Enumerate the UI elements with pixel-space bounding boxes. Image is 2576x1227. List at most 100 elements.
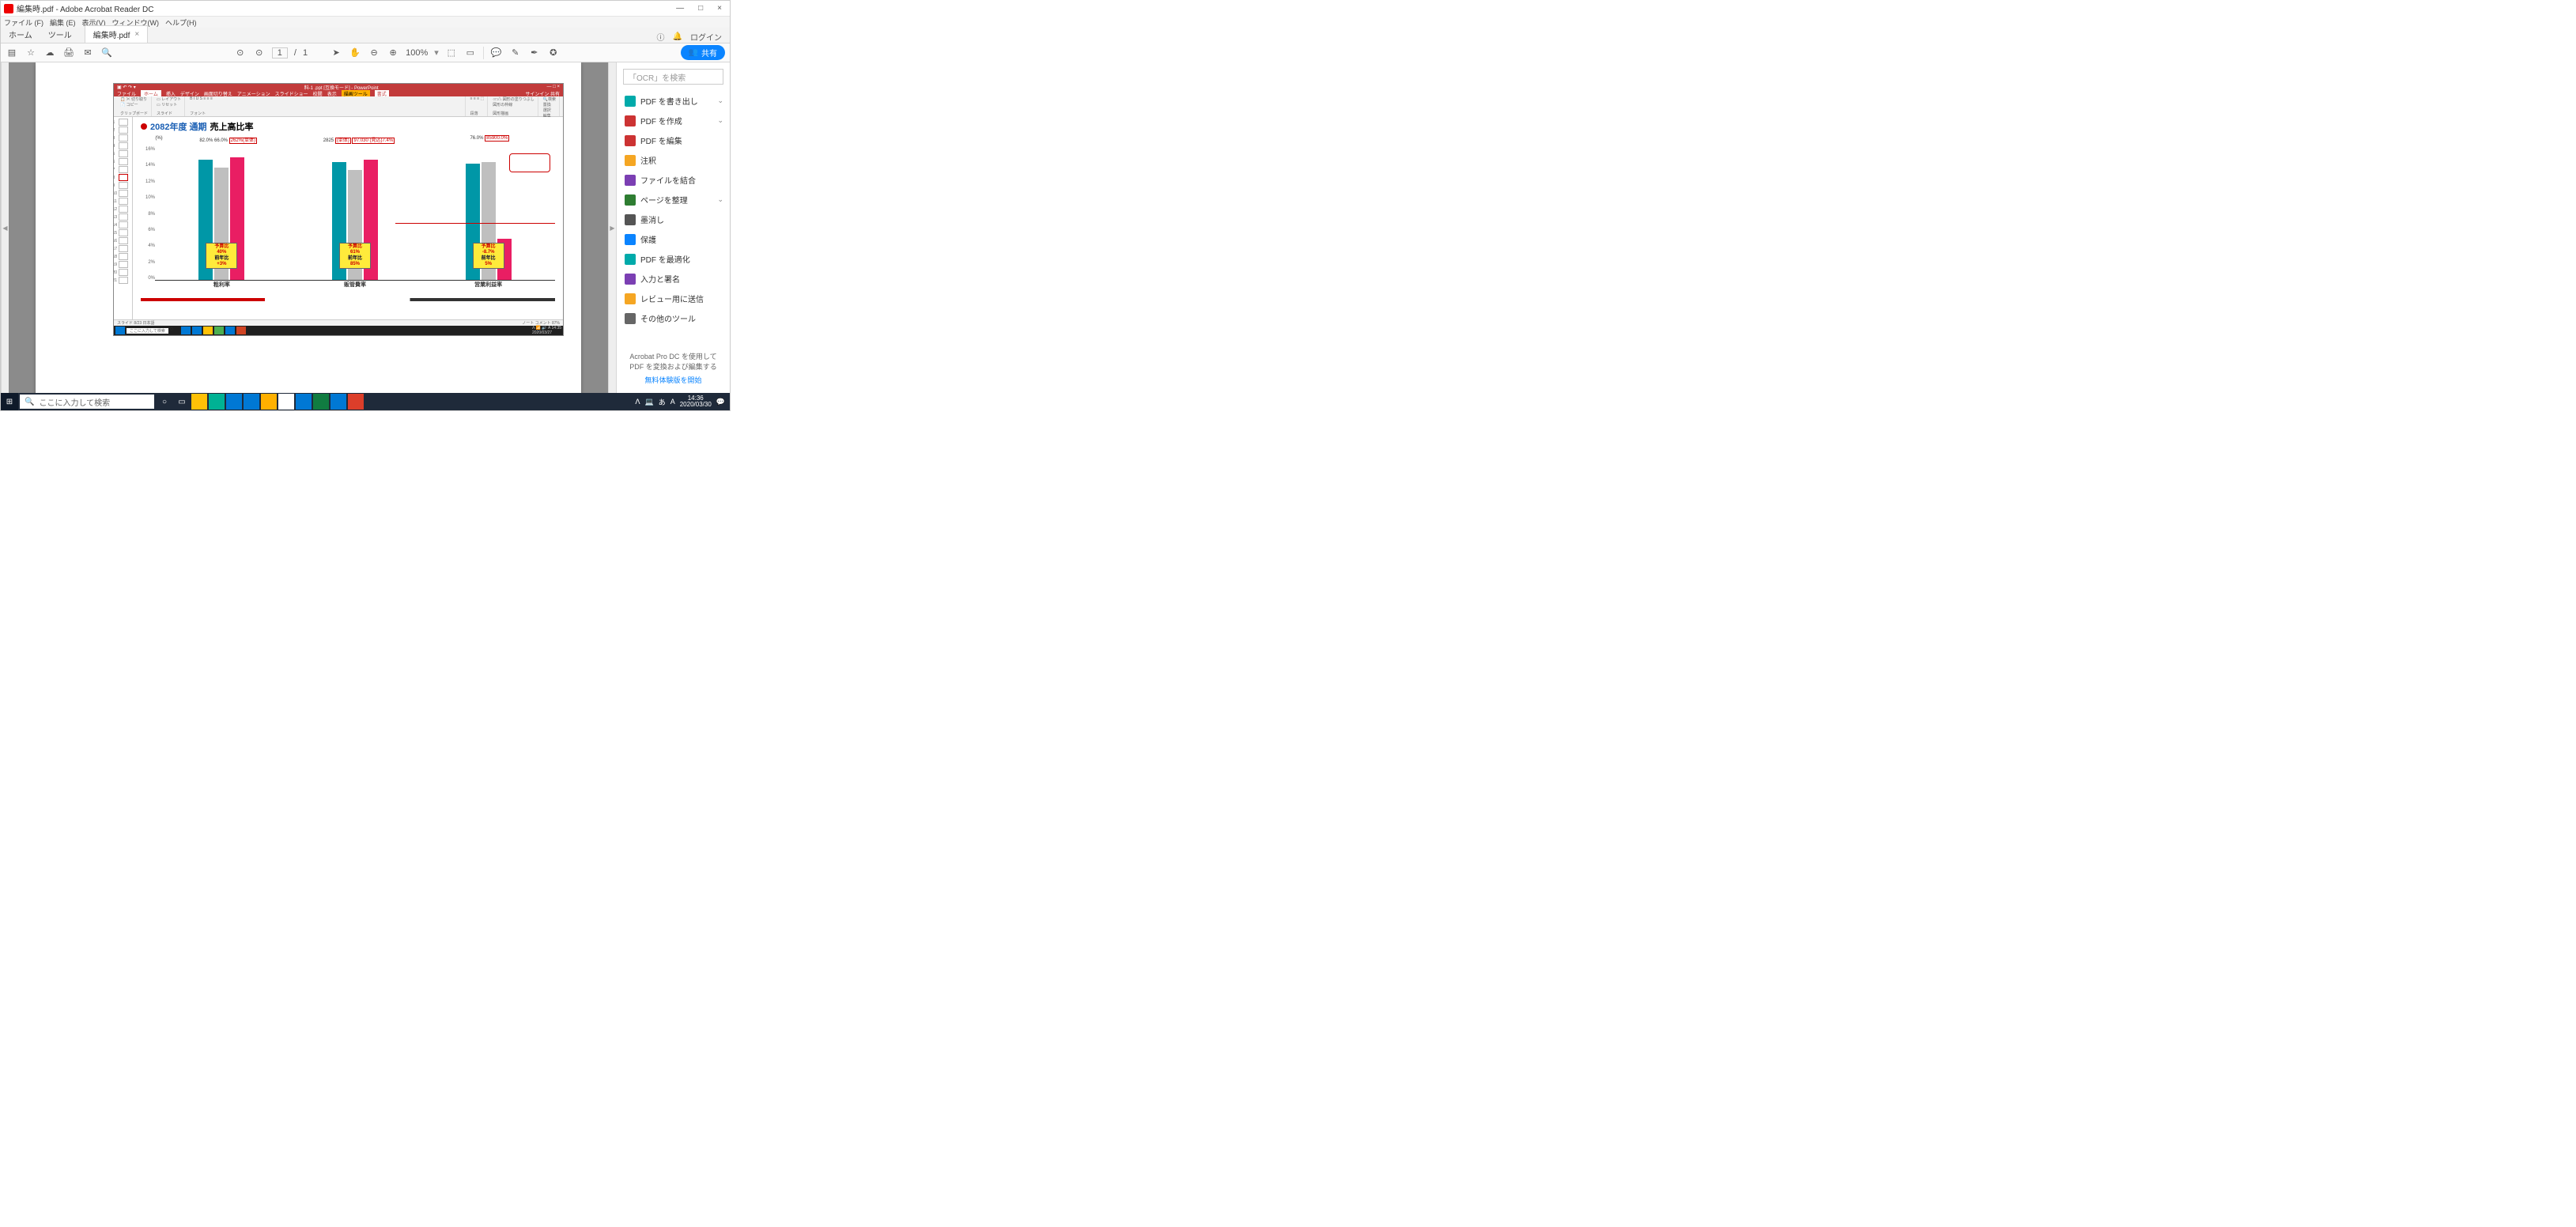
minimize-button[interactable]: — <box>676 4 684 13</box>
pointer-icon[interactable]: ➤ <box>330 47 342 59</box>
ppt-thumb-13[interactable]: 13 <box>119 213 128 221</box>
app2-icon[interactable] <box>261 394 277 410</box>
tool-item-10[interactable]: レビュー用に送信 <box>617 289 730 308</box>
taskview-icon[interactable]: ▭ <box>174 394 190 410</box>
page-down-icon[interactable]: ⊙ <box>253 47 266 59</box>
fit-width-icon[interactable]: ⬚ <box>445 47 458 59</box>
tab-document[interactable]: 編集時.pdf × <box>85 25 149 43</box>
ppt-thumb-10[interactable]: 10 <box>119 190 128 197</box>
tray-ime-icon[interactable]: あ <box>659 397 666 407</box>
left-panel-handle[interactable]: ◀ <box>1 62 9 393</box>
tray-lang-icon[interactable]: A <box>670 398 675 406</box>
cloud-icon[interactable]: ☁ <box>43 47 56 59</box>
ppt-thumb-15[interactable]: 15 <box>119 229 128 236</box>
ytick: 16% <box>145 147 155 152</box>
system-tray[interactable]: ᐱ 💻 あ A 14:36 2020/03/30 💬 <box>630 395 730 408</box>
explorer-icon[interactable] <box>191 394 207 410</box>
acrobat-taskbar-icon[interactable] <box>348 394 364 410</box>
taskbar-search[interactable]: 🔍 ここに入力して検索 <box>20 395 154 409</box>
tool-item-8[interactable]: PDF を最適化 <box>617 249 730 269</box>
outlook-icon[interactable] <box>226 394 242 410</box>
sign-icon[interactable]: ✒ <box>528 47 541 59</box>
zoom-value[interactable]: 100% <box>406 48 428 58</box>
tray-network-icon[interactable]: 💻 <box>644 398 653 406</box>
print-icon[interactable]: 🖨 <box>62 47 75 59</box>
ppt-slide-editor[interactable]: 2082年度 通期 売上高比率 16%14%12%10%8%6%4%2%0% (… <box>133 117 563 319</box>
tool-label: PDF を書き出し <box>640 95 698 107</box>
windows-taskbar: ⊞ 🔍 ここに入力して検索 ○ ▭ ᐱ 💻 あ A 14:36 2020/03/… <box>1 393 730 410</box>
tool-item-11[interactable]: その他のツール <box>617 308 730 328</box>
ppt-thumb-11[interactable]: 11 <box>119 198 128 205</box>
tool-item-5[interactable]: ページを整理⌄ <box>617 190 730 210</box>
zoom-out-icon[interactable]: ⊖ <box>368 47 380 59</box>
login-link[interactable]: ログイン <box>690 31 722 43</box>
share-button[interactable]: 👥 共有 <box>681 45 725 60</box>
ppt-thumb-18[interactable]: 18 <box>119 253 128 260</box>
ppt-thumb-19[interactable]: 19 <box>119 261 128 268</box>
tab-close-icon[interactable]: × <box>134 30 139 39</box>
outlook2-icon[interactable] <box>296 394 312 410</box>
ppt-thumb-3[interactable]: 3 <box>119 134 128 142</box>
app3-icon[interactable] <box>330 394 346 410</box>
ppt-thumb-14[interactable]: 14 <box>119 221 128 228</box>
cortana-icon[interactable]: ○ <box>157 394 172 410</box>
ie-icon[interactable] <box>244 394 259 410</box>
document-canvas[interactable]: ▣ ↶ ↷ ▾ 料-1 .ppt [互換モード] - PowerPoint — … <box>9 62 608 393</box>
taskbar-clock[interactable]: 14:36 2020/03/30 <box>680 395 712 408</box>
help-icon[interactable]: ⓘ <box>657 31 665 43</box>
tool-item-9[interactable]: 入力と署名 <box>617 269 730 289</box>
excel-icon[interactable] <box>313 394 329 410</box>
ppt-thumb-6[interactable]: 6 <box>119 158 128 165</box>
tool-item-6[interactable]: 墨消し <box>617 210 730 229</box>
tool-item-4[interactable]: ファイルを結合 <box>617 170 730 190</box>
tool-item-2[interactable]: PDF を編集 <box>617 130 730 150</box>
tool-item-7[interactable]: 保護 <box>617 229 730 249</box>
ppt-thumb-4[interactable]: 4 <box>119 142 128 149</box>
ppt-thumb-7[interactable]: 7 <box>119 166 128 173</box>
search-icon[interactable]: 🔍 <box>100 47 113 59</box>
ppt-thumbnails[interactable]: 123456789101112131415161718192021 <box>114 117 133 319</box>
tool-item-1[interactable]: PDF を作成⌄ <box>617 111 730 130</box>
ppt-thumb-16[interactable]: 16 <box>119 237 128 244</box>
page-up-icon[interactable]: ⊙ <box>234 47 247 59</box>
ppt-thumb-5[interactable]: 5 <box>119 150 128 157</box>
maximize-button[interactable]: □ <box>698 4 703 13</box>
tool-item-3[interactable]: 注釈 <box>617 150 730 170</box>
ppt-thumb-2[interactable]: 2 <box>119 126 128 134</box>
start-button[interactable]: ⊞ <box>1 393 18 410</box>
ppt-thumb-20[interactable]: 20 <box>119 269 128 276</box>
tray-up-icon[interactable]: ᐱ <box>635 398 640 406</box>
promo-link[interactable]: 無料体験版を開始 <box>625 375 722 385</box>
tab-home[interactable]: ホーム <box>1 26 40 43</box>
ppt-thumb-12[interactable]: 12 <box>119 206 128 213</box>
ppt-thumb-1[interactable]: 1 <box>119 119 128 126</box>
page-current[interactable]: 1 <box>272 47 288 59</box>
ppt-thumb-17[interactable]: 17 <box>119 245 128 252</box>
slide-callout[interactable] <box>509 153 550 172</box>
right-panel-handle[interactable]: ▶ <box>608 62 616 393</box>
ppt-thumb-8[interactable]: 8 <box>119 174 128 181</box>
tool-label: PDF を作成 <box>640 115 682 126</box>
notifications-icon[interactable]: 💬 <box>716 398 725 406</box>
hand-icon[interactable]: ✋ <box>349 47 361 59</box>
ppt-thumb-9[interactable]: 9 <box>119 182 128 189</box>
ppt-thumb-21[interactable]: 21 <box>119 277 128 284</box>
comment-icon[interactable]: 💬 <box>490 47 503 59</box>
search-icon: 🔍 <box>25 398 34 406</box>
mail-icon[interactable]: ✉ <box>81 47 94 59</box>
fit-page-icon[interactable]: ▭ <box>464 47 477 59</box>
menu-help[interactable]: ヘルプ(H) <box>165 17 197 28</box>
app1-icon[interactable] <box>209 394 225 410</box>
close-button[interactable]: × <box>717 4 722 13</box>
highlight-icon[interactable]: ✎ <box>509 47 522 59</box>
tab-tools[interactable]: ツール <box>40 26 80 43</box>
chrome-icon[interactable] <box>278 394 294 410</box>
bell-icon[interactable]: 🔔 <box>673 32 682 41</box>
tool-item-0[interactable]: PDF を書き出し⌄ <box>617 91 730 111</box>
sidebar-toggle-icon[interactable]: ▤ <box>6 47 18 59</box>
tools-search[interactable]: 「OCR」を検索 <box>623 69 723 85</box>
stamp-icon[interactable]: ✪ <box>547 47 560 59</box>
zoom-in-icon[interactable]: ⊕ <box>387 47 399 59</box>
star-icon[interactable]: ☆ <box>25 47 37 59</box>
tool-label: 保護 <box>640 233 656 245</box>
